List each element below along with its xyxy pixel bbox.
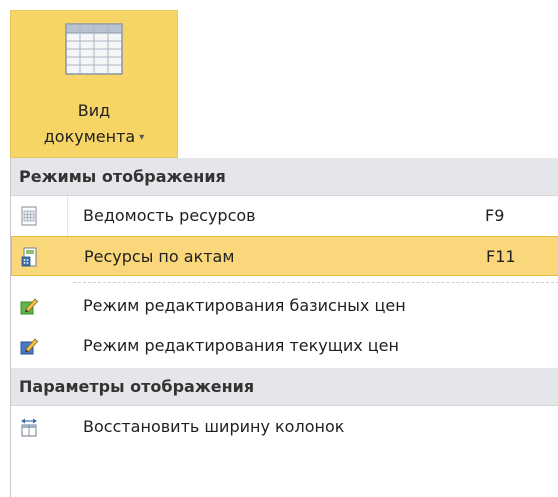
- document-view-label-2: документа ▾: [11, 127, 177, 146]
- menu-item-label: Режим редактирования базисных цен: [83, 296, 406, 315]
- screen: Вид документа ▾ Режимы отображения Ведомо…: [0, 0, 558, 497]
- menu-item-resources-by-acts[interactable]: Ресурсы по актам F11: [11, 236, 558, 276]
- group-header-display-modes: Режимы отображения: [11, 158, 558, 196]
- table-view-icon: [65, 23, 123, 75]
- menu-item-label: Ведомость ресурсов: [83, 206, 256, 225]
- calculator-doc-icon: [21, 247, 37, 267]
- chevron-down-icon: ▾: [139, 132, 145, 143]
- document-view-button[interactable]: Вид документа ▾: [10, 10, 178, 158]
- menu-item-label: Ресурсы по актам: [84, 247, 235, 266]
- edit-green-icon: [20, 298, 39, 315]
- menu-separator: [73, 282, 558, 283]
- menu-item-shortcut: F11: [486, 247, 516, 266]
- menu-item-restore-column-width[interactable]: Восстановить ширину колонок: [11, 407, 558, 447]
- sheet-icon: [21, 206, 37, 226]
- menu-item-shortcut: F9: [485, 206, 505, 225]
- restore-columns-icon: [21, 418, 37, 437]
- menu-item-edit-current-prices[interactable]: Режим редактирования текущих цен: [11, 326, 558, 366]
- group-header-display-parameters: Параметры отображения: [11, 368, 558, 406]
- document-view-menu: Режимы отображения Ведомость ресурсов F9: [10, 158, 558, 497]
- menu-item-resource-sheet[interactable]: Ведомость ресурсов F9: [11, 196, 558, 236]
- edit-blue-icon: [20, 338, 39, 355]
- document-view-label-2-text: документа: [43, 127, 136, 146]
- menu-item-label: Восстановить ширину колонок: [83, 417, 345, 436]
- document-view-label-1: Вид: [77, 101, 111, 120]
- menu-item-label: Режим редактирования текущих цен: [83, 336, 399, 355]
- menu-item-edit-base-prices[interactable]: Режим редактирования базисных цен: [11, 286, 558, 326]
